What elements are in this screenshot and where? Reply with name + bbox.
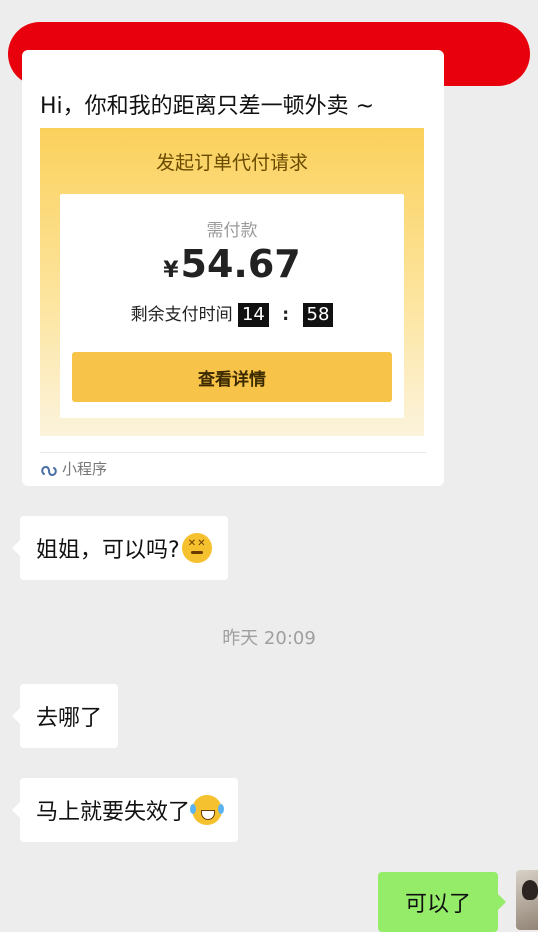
timer-minutes: 14 [237,303,269,327]
pay-label: 需付款 [206,221,258,241]
sent-message-bubble[interactable]: 可以了 [378,872,506,932]
mini-program-title: 发起订单代付请求 [155,152,308,174]
mini-program-tag: 小程序 [40,458,107,479]
tears-of-joy-emoji [190,795,225,825]
payment-box: 需付款 ¥54.67 剩余支付时间 14 : 58 查看详情 [60,194,404,418]
sent-message-text: 可以了 [404,892,471,917]
avatar[interactable] [516,870,538,930]
message-text: 去哪了 [36,706,103,731]
dizzy-face-emoji: ✕ ✕ [181,533,212,563]
mini-program-tag-label: 小程序 [62,460,108,478]
currency-symbol: ¥ [163,258,179,283]
mini-program-preview[interactable]: 发起订单代付请求 需付款 ¥54.67 剩余支付时间 14 : 58 查看详情 [40,128,424,436]
message-bubble[interactable]: 去哪了 [11,684,119,748]
message-bubble[interactable]: 姐姐，可以吗? ✕ ✕ [12,516,228,580]
time-label: 剩余支付时间 [130,305,233,325]
card-message: Hi，你和我的距离只差一顿外卖 ~ [40,94,375,119]
timer-colon: : [282,305,290,325]
mini-program-icon [41,465,57,476]
pay-amount: ¥54.67 [60,242,404,286]
message-text: 马上就要失效了 [36,800,191,825]
timer-seconds: 58 [302,303,334,327]
card-divider [40,452,426,453]
message-bubble[interactable]: 马上就要失效了 [11,778,239,842]
message-text: 姐姐，可以吗? [36,538,180,563]
chat-timestamp: 昨天 20:09 [222,628,316,649]
view-details-button[interactable]: 查看详情 [72,352,392,402]
remaining-time: 剩余支付时间 14 : 58 [60,300,404,327]
amount-value: 54.67 [180,242,301,286]
